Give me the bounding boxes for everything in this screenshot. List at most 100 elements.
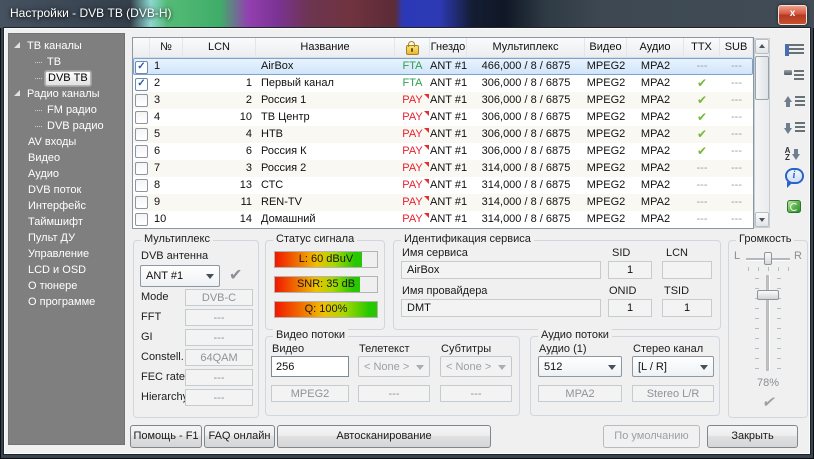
autoscan-button[interactable]: Автосканирование [277, 425, 491, 448]
sidebar-item-label: ТВ [45, 54, 63, 70]
channel-checkbox[interactable] [135, 128, 148, 141]
volume-slider-thumb[interactable] [757, 290, 779, 300]
sidebar-item-аудио[interactable]: Аудио [8, 166, 125, 182]
column-header-mux[interactable]: Мультиплекс [467, 38, 585, 57]
faq-button[interactable]: FAQ онлайн [204, 425, 275, 448]
table-row[interactable]: 410ТВ ЦентрPAYANT #1306,000 / 8 / 6875MP… [133, 109, 753, 126]
sidebar-item-пульт-ду[interactable]: Пульт ДУ [8, 230, 125, 246]
scroll-up-button[interactable] [755, 39, 769, 54]
table-row[interactable]: 54НТВPAYANT #1306,000 / 8 / 6875MPEG2MPA… [133, 126, 753, 143]
sidebar-item-видео[interactable]: Видео [8, 150, 125, 166]
cell-lcn: 11 [183, 194, 256, 211]
balance-slider-thumb[interactable] [764, 252, 772, 265]
signal-bar-label: SNR: 35 dB [274, 276, 378, 293]
column-header-acc[interactable] [395, 38, 430, 57]
sidebar-item-радио-каналы[interactable]: Радио каналы [8, 86, 125, 102]
close-window-button[interactable]: Закрыть [707, 425, 798, 448]
table-row[interactable]: 66Россия КPAYANT #1306,000 / 8 / 6875MPE… [133, 143, 753, 160]
settings-window: Настройки - DVB ТВ (DVB-H) x ТВ каналыТВ… [0, 0, 814, 459]
column-header-sub[interactable]: SUB [720, 38, 753, 57]
remove-channel-button[interactable] [780, 64, 808, 88]
table-row[interactable]: ✓21Первый каналFTAANT #1306,000 / 8 / 68… [133, 75, 753, 92]
cell-ttx: --- [684, 58, 720, 75]
column-header-vid[interactable]: Видео [585, 38, 627, 57]
cell-mux: 306,000 / 8 / 6875 [467, 143, 585, 160]
sidebar-item-dvb-тв[interactable]: DVB ТВ [8, 70, 125, 86]
sidebar-item-таймшифт[interactable]: Таймшифт [8, 214, 125, 230]
channel-checkbox[interactable] [135, 111, 148, 124]
web-update-button[interactable] [780, 194, 808, 218]
column-header-cb[interactable] [133, 38, 150, 57]
table-row[interactable]: 911REN-TVPAYANT #1314,000 / 8 / 6875MPEG… [133, 194, 753, 211]
sid-label: SID [612, 247, 630, 259]
mux-field-label: GI [141, 331, 153, 343]
sidebar-item-fm-радио[interactable]: FM радио [8, 102, 125, 118]
sidebar-item-dvb-радио[interactable]: DVB радио [8, 118, 125, 134]
subtitles-select[interactable]: < None > [440, 356, 512, 377]
cell-sub: --- [720, 177, 753, 194]
sidebar-item-lcd-и-osd[interactable]: LCD и OSD [8, 262, 125, 278]
move-up-button[interactable] [780, 90, 808, 114]
channel-checkbox[interactable] [135, 179, 148, 192]
channel-info-button[interactable]: i [780, 164, 808, 188]
sort-down-arrow-icon [792, 148, 801, 160]
stereo-channel-select[interactable]: [L / R] [632, 356, 714, 377]
stereo-info-field: Stereo L/R [632, 385, 714, 402]
table-row[interactable]: 1014ДомашнийPAYANT #1314,000 / 8 / 6875M… [133, 211, 753, 228]
scrollbar-thumb[interactable] [755, 56, 769, 100]
sidebar-item-av-входы[interactable]: AV входы [8, 134, 125, 150]
help-button[interactable]: Помощь - F1 [130, 425, 202, 448]
sidebar-item-label: Аудио [26, 166, 61, 182]
channel-checkbox[interactable]: ✓ [135, 78, 148, 91]
scroll-down-button[interactable] [755, 212, 769, 227]
sidebar-item-управление[interactable]: Управление [8, 246, 125, 262]
column-header-lcn[interactable]: LCN [183, 38, 256, 57]
cell-mux: 306,000 / 8 / 6875 [467, 126, 585, 143]
video-pid-input[interactable] [271, 356, 349, 377]
channel-checkbox[interactable] [135, 213, 148, 226]
channel-checkbox[interactable] [135, 196, 148, 209]
volume-tick [777, 278, 781, 279]
close-button[interactable]: x [778, 5, 807, 25]
cell-vid: MPEG2 [585, 109, 627, 126]
cell-vid: MPEG2 [585, 194, 627, 211]
teletext-label: Телетекст [359, 343, 410, 355]
channel-checkbox[interactable] [135, 162, 148, 175]
ttx-check-icon: ✔ [697, 144, 707, 158]
move-down-button[interactable] [780, 116, 808, 140]
sidebar-item-dvb-поток[interactable]: DVB поток [8, 182, 125, 198]
sidebar-item-тв[interactable]: ТВ [8, 54, 125, 70]
column-header-aud[interactable]: Аудио [627, 38, 684, 57]
table-row[interactable]: 813СТСPAYANT #1314,000 / 8 / 6875MPEG2MP… [133, 177, 753, 194]
ttx-check-icon: ✔ [697, 127, 707, 141]
column-header-num[interactable]: № [150, 38, 183, 57]
mux-field-label: Mode [141, 291, 169, 303]
channel-checkbox[interactable] [135, 94, 148, 107]
sidebar-item-тв-каналы[interactable]: ТВ каналы [8, 38, 125, 54]
channel-checkbox[interactable]: ✓ [135, 61, 148, 74]
sidebar-item-о-программе[interactable]: О программе [8, 294, 125, 310]
channel-checkbox[interactable] [135, 145, 148, 158]
audio-pid-select[interactable]: 512 [538, 356, 622, 377]
volume-tick [777, 348, 781, 349]
table-row[interactable]: 32Россия 1PAYANT #1306,000 / 8 / 6875MPE… [133, 92, 753, 109]
table-row[interactable]: ✓1AirBoxFTAANT #1466,000 / 8 / 6875MPEG2… [133, 58, 753, 75]
dvb-antenna-label: DVB антенна [141, 250, 208, 262]
teletext-select[interactable]: < None > [358, 356, 430, 377]
antenna-select[interactable]: ANT #1 [140, 265, 220, 287]
cell-lcn: 10 [183, 109, 256, 126]
column-header-name[interactable]: Название [256, 38, 395, 57]
table-row[interactable]: 73Россия 2PAYANT #1314,000 / 8 / 6875MPE… [133, 160, 753, 177]
select-all-button[interactable] [780, 38, 808, 62]
table-scrollbar[interactable] [754, 38, 770, 228]
column-header-sock[interactable]: Гнездо [430, 38, 467, 57]
sidebar-item-интерфейс[interactable]: Интерфейс [8, 198, 125, 214]
window-title: Настройки - DVB ТВ (DVB-H) [10, 6, 172, 20]
cell-lcn: 1 [183, 75, 256, 92]
sort-az-button[interactable]: AZ [780, 142, 808, 166]
cell-mux: 306,000 / 8 / 6875 [467, 75, 585, 92]
cell-acc: PAY [395, 109, 430, 126]
sidebar-item-о-тюнере[interactable]: О тюнере [8, 278, 125, 294]
column-header-ttx[interactable]: TTX [684, 38, 720, 57]
cell-mux: 314,000 / 8 / 6875 [467, 194, 585, 211]
